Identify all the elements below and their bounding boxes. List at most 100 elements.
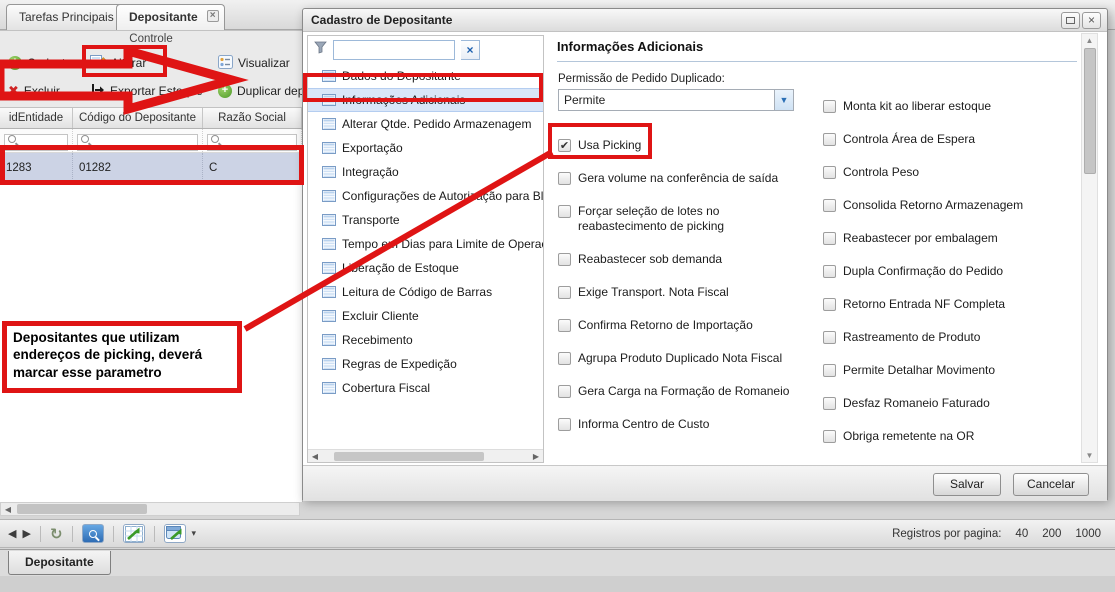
dialog-title-bar[interactable]: Cadastro de Depositante ×: [303, 9, 1107, 32]
export-chart-button[interactable]: [122, 524, 145, 543]
checkbox-gera-carga-romaneio[interactable]: Gera Carga na Formação de Romaneio: [558, 384, 810, 399]
checkbox[interactable]: [558, 418, 571, 431]
scrollbar-thumb[interactable]: [17, 504, 147, 514]
tree-item-recebimento[interactable]: Recebimento: [308, 328, 543, 352]
close-icon[interactable]: ×: [1082, 12, 1101, 29]
grid-row-selected[interactable]: 1283 01282 C: [0, 153, 302, 184]
checkbox[interactable]: [823, 331, 836, 344]
tab-depositante[interactable]: Depositante ×: [116, 4, 225, 30]
dropdown-caret-icon[interactable]: ▾: [192, 528, 197, 539]
page-size-40[interactable]: 40: [1015, 528, 1028, 540]
tree-item-integracao[interactable]: Integração: [308, 160, 543, 184]
tree-item-tempo-em-dias[interactable]: Tempo em Dias para Limite de Operação: [308, 232, 543, 256]
checkbox[interactable]: [823, 199, 836, 212]
checkbox-retorno-entrada-nf[interactable]: Retorno Entrada NF Completa: [823, 297, 1073, 312]
scroll-up-icon[interactable]: ▲: [1082, 36, 1097, 45]
grid-horizontal-scrollbar[interactable]: ◀: [0, 502, 300, 516]
tree-item-exportacao[interactable]: Exportação: [308, 136, 543, 160]
checkbox[interactable]: [558, 319, 571, 332]
checkbox[interactable]: [558, 205, 571, 218]
scroll-left-icon[interactable]: ◀: [1, 505, 15, 514]
tab-close-icon[interactable]: ×: [206, 10, 219, 22]
checkbox-controla-peso[interactable]: Controla Peso: [823, 165, 1073, 180]
refresh-icon[interactable]: ↻: [50, 525, 63, 543]
checkbox-usa-picking[interactable]: ✔ Usa Picking: [558, 138, 810, 153]
checkbox-confirma-retorno-importacao[interactable]: Confirma Retorno de Importação: [558, 318, 810, 333]
checkbox-reabastecer-sob-demanda[interactable]: Reabastecer sob demanda: [558, 252, 810, 267]
checkbox-reabastecer-embalagem[interactable]: Reabastecer por embalagem: [823, 231, 1073, 246]
checkbox[interactable]: [823, 397, 836, 410]
checkbox-exige-transport-nf[interactable]: Exige Transport. Nota Fiscal: [558, 285, 810, 300]
page-size-1000[interactable]: 1000: [1075, 528, 1101, 540]
checkbox[interactable]: [558, 352, 571, 365]
checkbox[interactable]: [558, 286, 571, 299]
scrollbar-thumb[interactable]: [1084, 48, 1096, 174]
checkbox[interactable]: [823, 133, 836, 146]
checkbox[interactable]: [823, 265, 836, 278]
excluir-button[interactable]: ✖ Excluir: [8, 80, 60, 102]
checkbox[interactable]: [823, 232, 836, 245]
checkbox-consolida-retorno[interactable]: Consolida Retorno Armazenagem: [823, 198, 1073, 213]
checkbox-monta-kit[interactable]: Monta kit ao liberar estoque: [823, 99, 1073, 114]
checkbox-informa-centro-custo[interactable]: Informa Centro de Custo: [558, 417, 810, 432]
scroll-down-icon[interactable]: ▼: [1082, 451, 1097, 460]
tree-item-regras-expedicao[interactable]: Regras de Expedição: [308, 352, 543, 376]
duplicate-permission-combo[interactable]: Permite ▼: [558, 89, 794, 111]
checkbox[interactable]: [558, 385, 571, 398]
checkbox-gera-volume[interactable]: Gera volume na conferência de saída: [558, 171, 810, 186]
column-header-identidade[interactable]: idEntidade: [0, 108, 73, 128]
tree-item-excluir-cliente[interactable]: Excluir Cliente: [308, 304, 543, 328]
checkbox[interactable]: [823, 364, 836, 377]
tree-item-cobertura-fiscal[interactable]: Cobertura Fiscal: [308, 376, 543, 400]
combo-arrow-icon[interactable]: ▼: [774, 90, 793, 110]
tree-item-alterar-qtde[interactable]: Alterar Qtde. Pedido Armazenagem: [308, 112, 543, 136]
column-header-codigo[interactable]: Código do Depositante: [73, 108, 203, 128]
checkbox[interactable]: [823, 430, 836, 443]
panel-vertical-scrollbar[interactable]: ▲ ▼: [1081, 33, 1098, 463]
tree-horizontal-scrollbar[interactable]: ◀ ▶: [308, 449, 543, 462]
checkbox-dupla-confirmacao[interactable]: Dupla Confirmação do Pedido: [823, 264, 1073, 279]
export-window-button[interactable]: [163, 524, 186, 543]
checkbox-obriga-remetente[interactable]: Obriga remetente na OR: [823, 429, 1073, 444]
exportar-estoque-button[interactable]: Exportar Estoque: [90, 80, 203, 102]
filter-razao-input[interactable]: [207, 133, 297, 151]
tree-item-liberacao-estoque[interactable]: Liberação de Estoque: [308, 256, 543, 280]
checkbox[interactable]: [823, 298, 836, 311]
next-page-icon[interactable]: ▶: [22, 527, 30, 540]
tree-item-label: Leitura de Código de Barras: [342, 285, 493, 299]
checkbox[interactable]: [823, 100, 836, 113]
checkbox-agrupa-produto-duplicado[interactable]: Agrupa Produto Duplicado Nota Fiscal: [558, 351, 810, 366]
maximize-icon[interactable]: [1061, 12, 1080, 29]
checkbox-desfaz-romaneio[interactable]: Desfaz Romaneio Faturado: [823, 396, 1073, 411]
prev-page-icon[interactable]: ◀: [8, 527, 16, 540]
checkbox-permite-detalhar[interactable]: Permite Detalhar Movimento: [823, 363, 1073, 378]
scroll-right-icon[interactable]: ▶: [529, 452, 543, 461]
save-button[interactable]: Salvar: [933, 473, 1001, 496]
column-header-razao-social[interactable]: Razão Social: [203, 108, 302, 128]
checkbox[interactable]: ✔: [558, 139, 571, 152]
checkbox-forcar-selecao-lotes[interactable]: Forçar seleção de lotes no reabastecimen…: [558, 204, 810, 234]
tab-tarefas-principais[interactable]: Tarefas Principais: [6, 4, 127, 30]
tree-item-transporte[interactable]: Transporte: [308, 208, 543, 232]
tree-filter-input[interactable]: [333, 40, 455, 60]
bottom-tab-depositante[interactable]: Depositante: [8, 551, 111, 575]
tree-item-dados-do-depositante[interactable]: Dados do Depositante: [308, 64, 543, 88]
checkbox-rastreamento-produto[interactable]: Rastreamento de Produto: [823, 330, 1073, 345]
clear-filter-icon[interactable]: ×: [461, 40, 480, 60]
alterar-button[interactable]: Alterar: [90, 52, 146, 74]
tree-item-informacoes-adicionais[interactable]: Informações Adicionais: [308, 88, 543, 112]
tree-item-config-autorizacao[interactable]: Configurações de Autorização para Bloqu: [308, 184, 543, 208]
tree-item-leitura-codigo-barras[interactable]: Leitura de Código de Barras: [308, 280, 543, 304]
search-button[interactable]: [81, 524, 104, 543]
scrollbar-thumb[interactable]: [334, 451, 484, 461]
checkbox-controla-area-espera[interactable]: Controla Área de Espera: [823, 132, 1073, 147]
checkbox[interactable]: [558, 253, 571, 266]
visualizar-button[interactable]: Visualizar: [218, 52, 290, 74]
checkbox[interactable]: [823, 166, 836, 179]
page-size-200[interactable]: 200: [1042, 528, 1061, 540]
scroll-left-icon[interactable]: ◀: [308, 452, 322, 461]
cadastrar-button[interactable]: + Cadastrar: [8, 52, 80, 74]
cancel-button[interactable]: Cancelar: [1013, 473, 1089, 496]
filter-codigo-input[interactable]: [77, 133, 198, 151]
checkbox[interactable]: [558, 172, 571, 185]
